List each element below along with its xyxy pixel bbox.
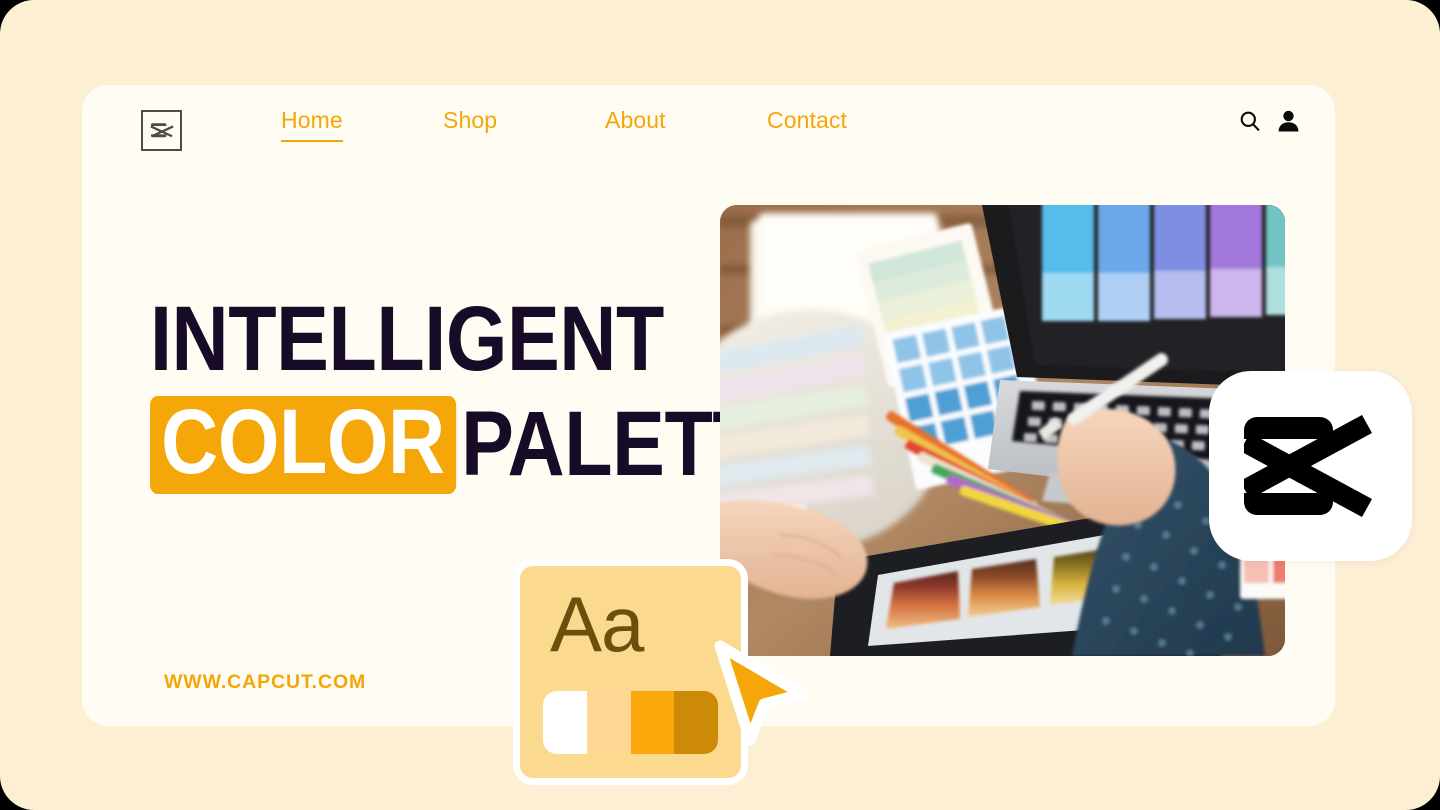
nav-link-contact[interactable]: Contact [767,107,847,133]
nav-item-about: About [605,107,767,134]
swatch-3[interactable] [630,691,675,754]
capcut-logo-badge [1209,371,1412,561]
color-swatch-bar[interactable] [543,691,718,754]
hero-copy: INTELLIGENT COLOR PALETTE [150,288,813,494]
capcut-logo[interactable] [141,110,182,151]
nav-link-shop[interactable]: Shop [443,107,497,133]
nav-item-home: Home [281,107,443,134]
headline-highlight-color: COLOR [150,396,456,494]
swatch-4[interactable] [674,691,718,754]
nav-link-home[interactable]: Home [281,107,343,133]
nav-links: Home Shop About Contact [281,107,847,134]
nav-actions [1236,106,1302,136]
font-sample-text: Aa [550,580,644,668]
nav-link-about[interactable]: About [605,107,666,133]
nav-item-shop: Shop [443,107,605,134]
site-url: WWW.CAPCUT.COM [164,671,367,693]
account-icon[interactable] [1274,106,1302,136]
nav-item-contact: Contact [767,107,847,134]
poster-canvas: Home Shop About Contact INTELLIGENT COLO… [0,0,1440,810]
font-palette-card[interactable]: Aa [513,559,748,785]
headline-line-1: INTELLIGENT [150,288,664,390]
headline-line-2: COLOR PALETTE [150,396,813,494]
top-navigation: Home Shop About Contact [82,85,1335,173]
hero-photo [720,205,1285,656]
search-icon[interactable] [1236,106,1264,136]
swatch-2[interactable] [586,691,631,754]
swatch-1[interactable] [543,691,587,754]
